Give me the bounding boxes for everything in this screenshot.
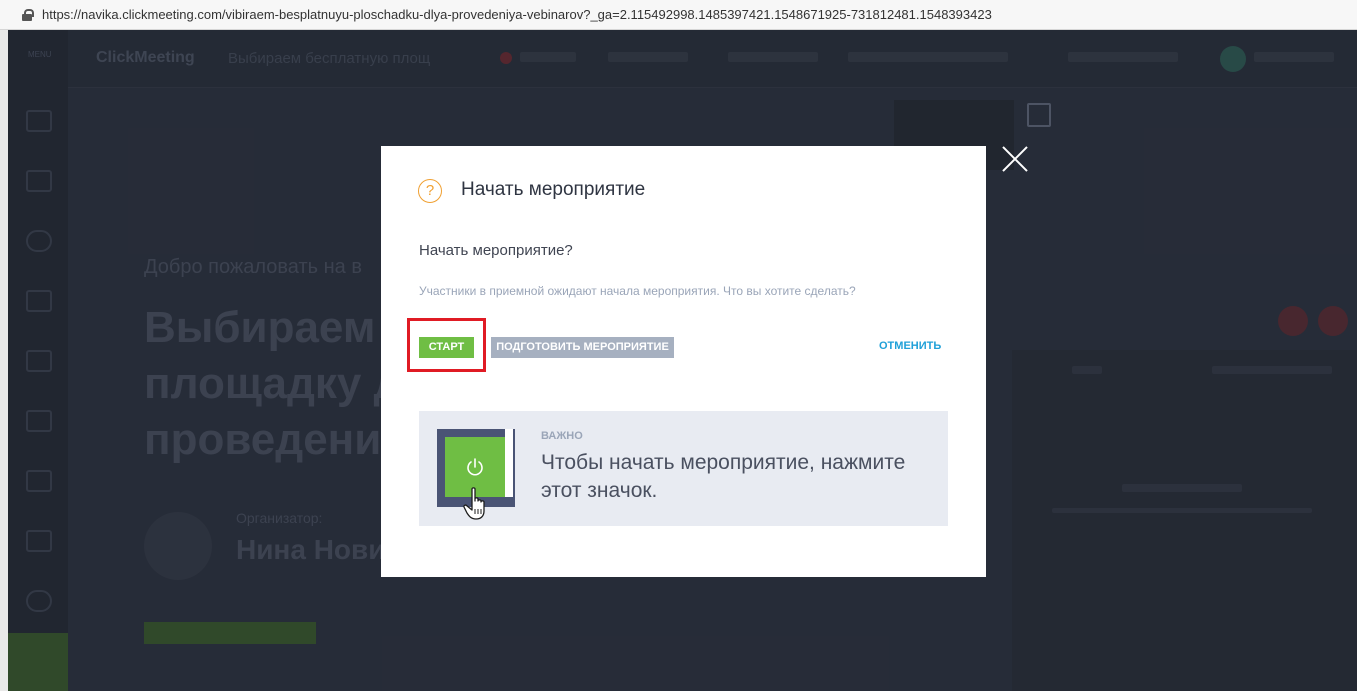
power-icon xyxy=(467,458,483,476)
hand-pointer-icon xyxy=(463,487,485,520)
url-text[interactable]: https://navika.clickmeeting.com/vibiraem… xyxy=(42,7,992,22)
close-icon[interactable] xyxy=(1000,144,1030,174)
start-button-highlight xyxy=(407,318,486,372)
background-window-edge xyxy=(0,30,8,691)
hint-illustration-edge xyxy=(505,429,513,497)
important-label: ВАЖНО xyxy=(541,430,583,442)
address-bar[interactable]: https://navika.clickmeeting.com/vibiraem… xyxy=(0,0,1357,30)
prepare-event-button[interactable]: ПОДГОТОВИТЬ МЕРОПРИЯТИЕ xyxy=(491,337,674,358)
dialog-question: Начать мероприятие? xyxy=(419,242,573,259)
important-text: Чтобы начать мероприятие, нажмите этот з… xyxy=(541,451,906,502)
dialog-title: Начать мероприятие xyxy=(461,179,646,200)
dialog-description: Участники в приемной ожидают начала меро… xyxy=(419,284,856,298)
fullscreen-icon xyxy=(1027,103,1051,127)
question-icon: ? xyxy=(418,179,442,203)
lock-icon xyxy=(22,8,34,21)
cancel-button[interactable]: ОТМЕНИТЬ xyxy=(879,340,941,352)
important-hint: ВАЖНО Чтобы начать мероприятие, нажмите … xyxy=(419,411,948,526)
